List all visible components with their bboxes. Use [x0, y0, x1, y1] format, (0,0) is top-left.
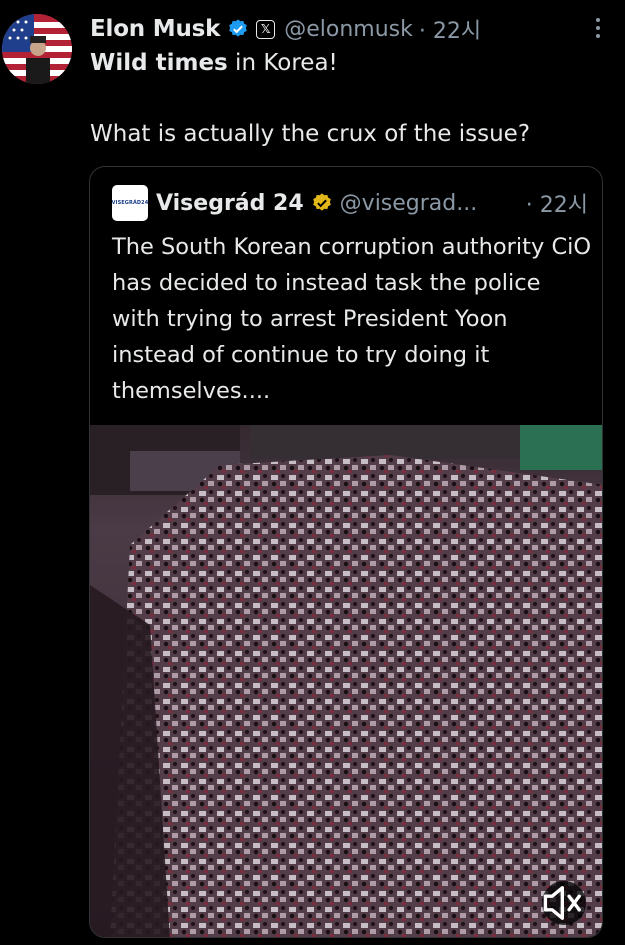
author-name[interactable]: Elon Musk	[90, 16, 220, 42]
mute-button[interactable]	[542, 881, 586, 925]
post-text-line2: What is actually the crux of the issue?	[90, 121, 531, 147]
x-affiliate-icon: 𝕏	[256, 19, 276, 39]
quoted-post[interactable]: VISEGRÁD24 Visegrád 24 @visegrad... · 22…	[89, 166, 603, 938]
quoted-header: VISEGRÁD24 Visegrád 24 @visegrad... · 22…	[112, 185, 588, 221]
quoted-text: The South Korean corruption authority Ci…	[112, 234, 592, 404]
quoted-video[interactable]	[90, 425, 602, 937]
quoted-avatar[interactable]: VISEGRÁD24	[112, 185, 148, 221]
quoted-time[interactable]: · 22시	[526, 187, 588, 219]
gold-verified-badge-icon	[312, 193, 331, 211]
crowd-video-frame	[90, 425, 602, 937]
verified-badge-icon	[229, 19, 248, 37]
more-icon[interactable]	[595, 14, 601, 42]
post-text-line1: Wild times in Korea!	[90, 50, 338, 76]
post-text-rest: in Korea!	[227, 50, 338, 76]
quoted-author-name[interactable]: Visegrád 24	[156, 191, 304, 216]
author-avatar[interactable]	[2, 14, 72, 84]
quoted-logo-text: VISEGRÁD24	[111, 200, 149, 206]
author-handle[interactable]: @elonmusk	[284, 17, 413, 42]
post-header: Elon Musk 𝕏 @elonmusk · 22시	[90, 12, 625, 46]
volume-muted-icon	[543, 886, 581, 920]
post-time[interactable]: · 22시	[419, 13, 481, 45]
quoted-handle[interactable]: @visegrad...	[340, 191, 478, 216]
post-text-bold: Wild times	[90, 50, 228, 76]
